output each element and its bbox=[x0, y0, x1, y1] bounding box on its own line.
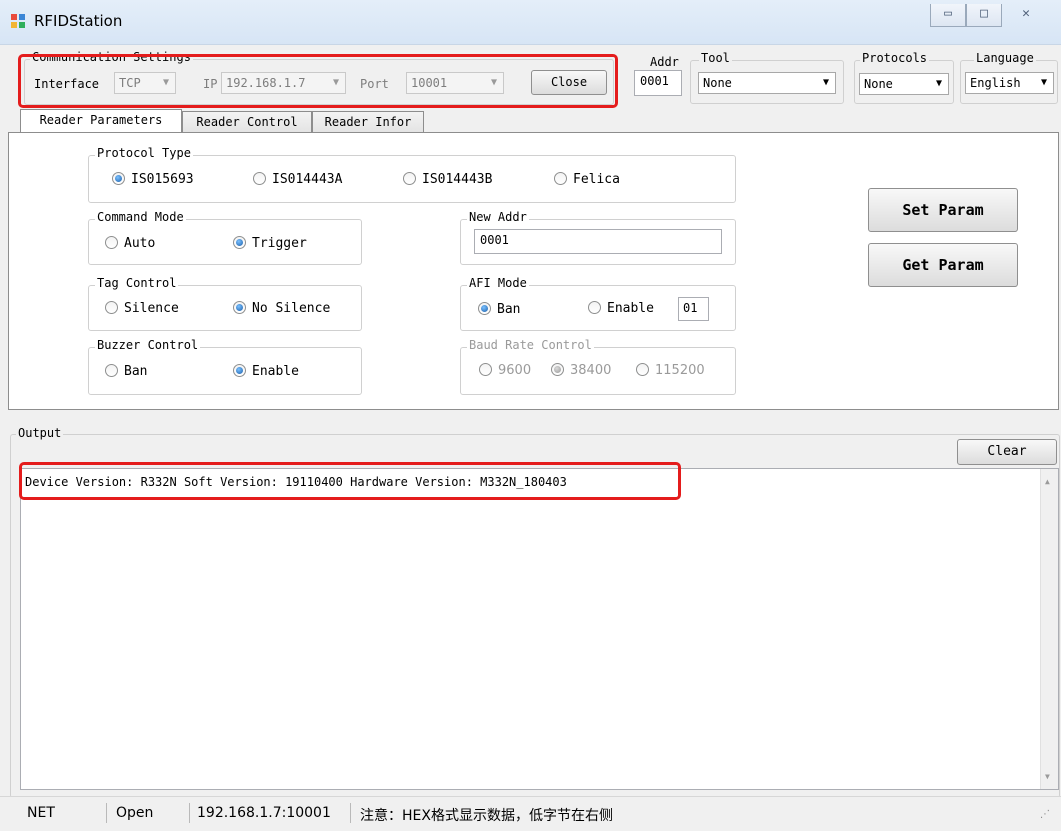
new-addr-input[interactable]: 0001 bbox=[474, 229, 722, 254]
radio-icon bbox=[588, 301, 601, 314]
radio-icon bbox=[253, 172, 266, 185]
status-separator bbox=[106, 803, 107, 823]
radio-label: Trigger bbox=[252, 236, 307, 251]
status-state: Open bbox=[116, 805, 154, 821]
addr-input[interactable]: 0001 bbox=[634, 70, 682, 96]
addr-label: Addr bbox=[650, 55, 679, 69]
reader-parameters-panel: Protocol Type IS015693 IS014443A IS01444… bbox=[8, 132, 1059, 410]
radio-icon bbox=[479, 363, 492, 376]
highlight-box-communication bbox=[18, 54, 618, 108]
tab-reader-control[interactable]: Reader Control bbox=[182, 111, 312, 133]
radio-label: Ban bbox=[497, 302, 521, 317]
radio-selected-icon bbox=[233, 236, 246, 249]
get-param-button[interactable]: Get Param bbox=[868, 243, 1018, 287]
chevron-down-icon: ▼ bbox=[935, 78, 943, 89]
window-title: RFIDStation bbox=[34, 12, 123, 30]
scroll-up-icon[interactable]: ▲ bbox=[1045, 477, 1050, 486]
status-endpoint: 192.168.1.7:10001 bbox=[197, 805, 331, 821]
radio-icon bbox=[105, 301, 118, 314]
radio-label: Felica bbox=[573, 172, 620, 187]
radio-label: Auto bbox=[124, 236, 156, 251]
language-label: Language bbox=[974, 51, 1036, 65]
clear-button[interactable]: Clear bbox=[957, 439, 1057, 465]
minimize-icon[interactable]: ▭ bbox=[930, 4, 966, 27]
vertical-scrollbar[interactable]: ▲ ▼ bbox=[1040, 469, 1058, 789]
radio-label: No Silence bbox=[252, 301, 331, 316]
radio-label: IS014443B bbox=[422, 172, 493, 187]
radio-selected-icon bbox=[233, 301, 246, 314]
radio-label: Ban bbox=[124, 364, 148, 379]
highlight-box-output bbox=[19, 462, 681, 500]
output-label: Output bbox=[16, 426, 64, 440]
protocol-type-label: Protocol Type bbox=[95, 146, 193, 160]
new-addr-label: New Addr bbox=[467, 210, 529, 224]
radio-label: 115200 bbox=[655, 363, 705, 378]
radio-is015693[interactable]: IS015693 bbox=[112, 172, 194, 190]
buzzer-control-label: Buzzer Control bbox=[95, 338, 201, 352]
radio-baud-115200[interactable]: 115200 bbox=[636, 363, 705, 381]
radio-is014443b[interactable]: IS014443B bbox=[403, 172, 492, 190]
status-mode: NET bbox=[27, 805, 55, 821]
radio-selected-icon bbox=[478, 302, 491, 315]
radio-icon bbox=[403, 172, 416, 185]
tool-select[interactable]: None ▼ bbox=[698, 72, 836, 94]
radio-afi-enable[interactable]: Enable bbox=[588, 301, 654, 319]
radio-selected-icon bbox=[112, 172, 125, 185]
radio-selected-icon bbox=[233, 364, 246, 377]
protocols-label: Protocols bbox=[860, 51, 930, 65]
radio-selected-icon bbox=[551, 363, 564, 376]
chevron-down-icon: ▼ bbox=[1040, 77, 1048, 88]
radio-silence[interactable]: Silence bbox=[105, 301, 179, 319]
title-bar: RFIDStation ▭ □ ✕ bbox=[0, 0, 1061, 45]
radio-buzzer-ban[interactable]: Ban bbox=[105, 364, 147, 382]
radio-icon bbox=[105, 364, 118, 377]
radio-buzzer-enable[interactable]: Enable bbox=[233, 364, 299, 382]
chevron-down-icon: ▼ bbox=[822, 77, 830, 88]
radio-afi-ban[interactable]: Ban bbox=[478, 302, 520, 320]
radio-icon bbox=[636, 363, 649, 376]
tool-value: None bbox=[703, 76, 732, 90]
language-select[interactable]: English ▼ bbox=[965, 72, 1054, 94]
scroll-down-icon[interactable]: ▼ bbox=[1045, 772, 1050, 781]
status-note: 注意：HEX格式显示数据，低字节在右侧 bbox=[360, 808, 613, 824]
radio-label: 9600 bbox=[498, 363, 532, 378]
radio-baud-38400[interactable]: 38400 bbox=[551, 363, 611, 381]
tab-reader-infor[interactable]: Reader Infor bbox=[312, 111, 424, 133]
radio-is014443a[interactable]: IS014443A bbox=[253, 172, 342, 190]
close-window-icon[interactable]: ✕ bbox=[1002, 4, 1050, 26]
tag-control-label: Tag Control bbox=[95, 276, 179, 290]
set-param-button[interactable]: Set Param bbox=[868, 188, 1018, 232]
language-value: English bbox=[970, 76, 1021, 90]
radio-baud-9600[interactable]: 9600 bbox=[479, 363, 531, 381]
radio-label: Enable bbox=[252, 364, 299, 379]
radio-icon bbox=[105, 236, 118, 249]
radio-felica[interactable]: Felica bbox=[554, 172, 620, 190]
afi-value-input[interactable]: 01 bbox=[678, 297, 709, 321]
protocols-select[interactable]: None ▼ bbox=[859, 73, 949, 95]
tool-label: Tool bbox=[699, 51, 732, 65]
resize-grip-icon[interactable]: ⋰ bbox=[1040, 809, 1050, 820]
radio-label: Silence bbox=[124, 301, 179, 316]
radio-label: IS015693 bbox=[131, 172, 194, 187]
radio-label: 38400 bbox=[570, 363, 612, 378]
radio-label: Enable bbox=[607, 301, 654, 316]
status-separator bbox=[189, 803, 190, 823]
maximize-icon[interactable]: □ bbox=[966, 4, 1002, 27]
radio-auto[interactable]: Auto bbox=[105, 236, 155, 254]
app-icon bbox=[11, 14, 26, 29]
protocols-value: None bbox=[864, 77, 893, 91]
baud-rate-label: Baud Rate Control bbox=[467, 338, 594, 352]
command-mode-label: Command Mode bbox=[95, 210, 186, 224]
radio-label: IS014443A bbox=[272, 172, 343, 187]
radio-icon bbox=[554, 172, 567, 185]
window-controls: ▭ □ ✕ bbox=[930, 4, 1054, 30]
status-bar: NET Open 192.168.1.7:10001 注意：HEX格式显示数据，… bbox=[0, 796, 1061, 831]
radio-trigger[interactable]: Trigger bbox=[233, 236, 307, 254]
afi-mode-label: AFI Mode bbox=[467, 276, 529, 290]
output-textarea[interactable]: Device Version: R332N Soft Version: 1911… bbox=[20, 468, 1059, 790]
tab-reader-parameters[interactable]: Reader Parameters bbox=[20, 109, 182, 133]
radio-no-silence[interactable]: No Silence bbox=[233, 301, 330, 319]
status-separator bbox=[350, 803, 351, 823]
